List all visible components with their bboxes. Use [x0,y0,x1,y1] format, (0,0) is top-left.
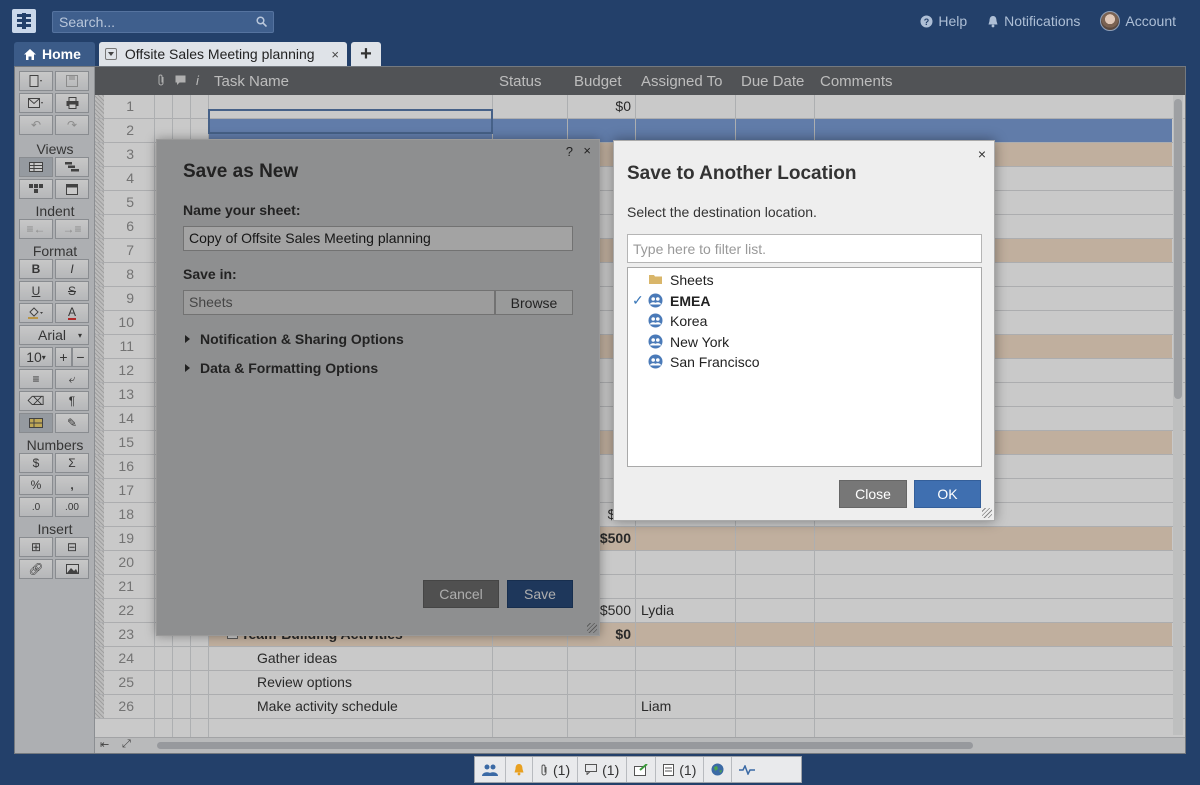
location-item[interactable]: New York [628,332,981,352]
folder-icon [649,275,662,284]
tab-menu-icon[interactable] [104,48,117,60]
search-icon[interactable] [256,16,267,27]
location-item[interactable]: San Francisco [628,352,981,372]
resize-handle[interactable] [982,508,992,518]
web-content-button[interactable] [704,757,733,782]
location-item-label: Korea [670,313,708,329]
tab-close-icon[interactable]: × [331,47,339,62]
location-item-label: New York [670,333,730,350]
publish-icon [634,763,648,776]
workspace-icon [648,313,663,328]
bottom-panel-bar: (1) (1) (1) [474,756,802,783]
app-logo-icon[interactable] [12,9,36,33]
account-link[interactable]: Account [1100,11,1176,31]
location-list: Sheets ✓ EMEA Korea New York San Francisco [627,267,982,467]
svg-text:?: ? [924,17,930,27]
help-icon: ? [920,15,933,27]
account-label: Account [1125,13,1176,29]
filter-input[interactable] [627,234,982,263]
people-icon [482,764,498,776]
bell-icon [514,764,524,776]
location-item[interactable]: ✓ EMEA [628,291,981,311]
location-item-label: EMEA [670,292,711,309]
comments-button[interactable]: (1) [578,757,628,782]
alerts-button[interactable] [506,757,533,782]
location-item-label: Sheets [670,272,714,288]
location-instructions: Select the destination location. [627,204,817,220]
help-label: Help [938,13,968,29]
notifications-label: Notifications [1004,13,1081,29]
globe-icon [711,763,724,776]
activity-log-button[interactable] [732,757,762,782]
location-item[interactable]: Korea [628,311,981,331]
workspace-icon [648,334,663,348]
tab-sheet-label: Offsite Sales Meeting planning [124,46,315,62]
attachments-button[interactable]: (1) [533,757,579,782]
location-dialog-title: Save to Another Location [627,163,857,184]
save-location-dialog: Save to Another Location × Select the de… [613,140,995,521]
forms-button[interactable]: (1) [656,757,705,782]
close-button[interactable]: Close [839,480,907,508]
activity-icon [739,764,756,775]
publish-button[interactable] [627,757,657,782]
tab-home[interactable]: Home [14,42,95,66]
help-link[interactable]: ? Help [920,11,967,31]
form-icon [663,763,675,776]
attachments-count: (1) [553,761,571,778]
tab-home-label: Home [42,46,81,62]
location-item-label: San Francisco [670,354,760,370]
search-input[interactable] [53,12,243,32]
ok-button[interactable]: OK [914,480,981,508]
location-item[interactable]: Sheets [628,270,981,290]
checkmark-icon: ✓ [632,291,644,308]
search-box[interactable] [52,11,274,33]
paperclip-icon [541,764,547,775]
dialog-dim-overlay [157,140,599,635]
comments-count: (1) [602,761,620,778]
home-icon [24,48,36,60]
comment-icon [585,764,598,775]
bell-icon [988,15,998,27]
top-bar: ? Help Notifications Account [0,0,1200,42]
close-icon[interactable]: × [978,146,986,162]
save-as-new-dialog: Save as New ? × Name your sheet: Copy of… [156,139,600,636]
sharing-button[interactable] [475,757,506,782]
add-tab-button[interactable]: + [350,42,381,66]
notifications-link[interactable]: Notifications [987,11,1080,31]
workspace-icon [648,354,663,369]
forms-count: (1) [679,761,697,778]
avatar [1100,11,1121,31]
tab-sheet[interactable]: Offsite Sales Meeting planning × [98,42,347,66]
workspace-icon [648,293,663,307]
